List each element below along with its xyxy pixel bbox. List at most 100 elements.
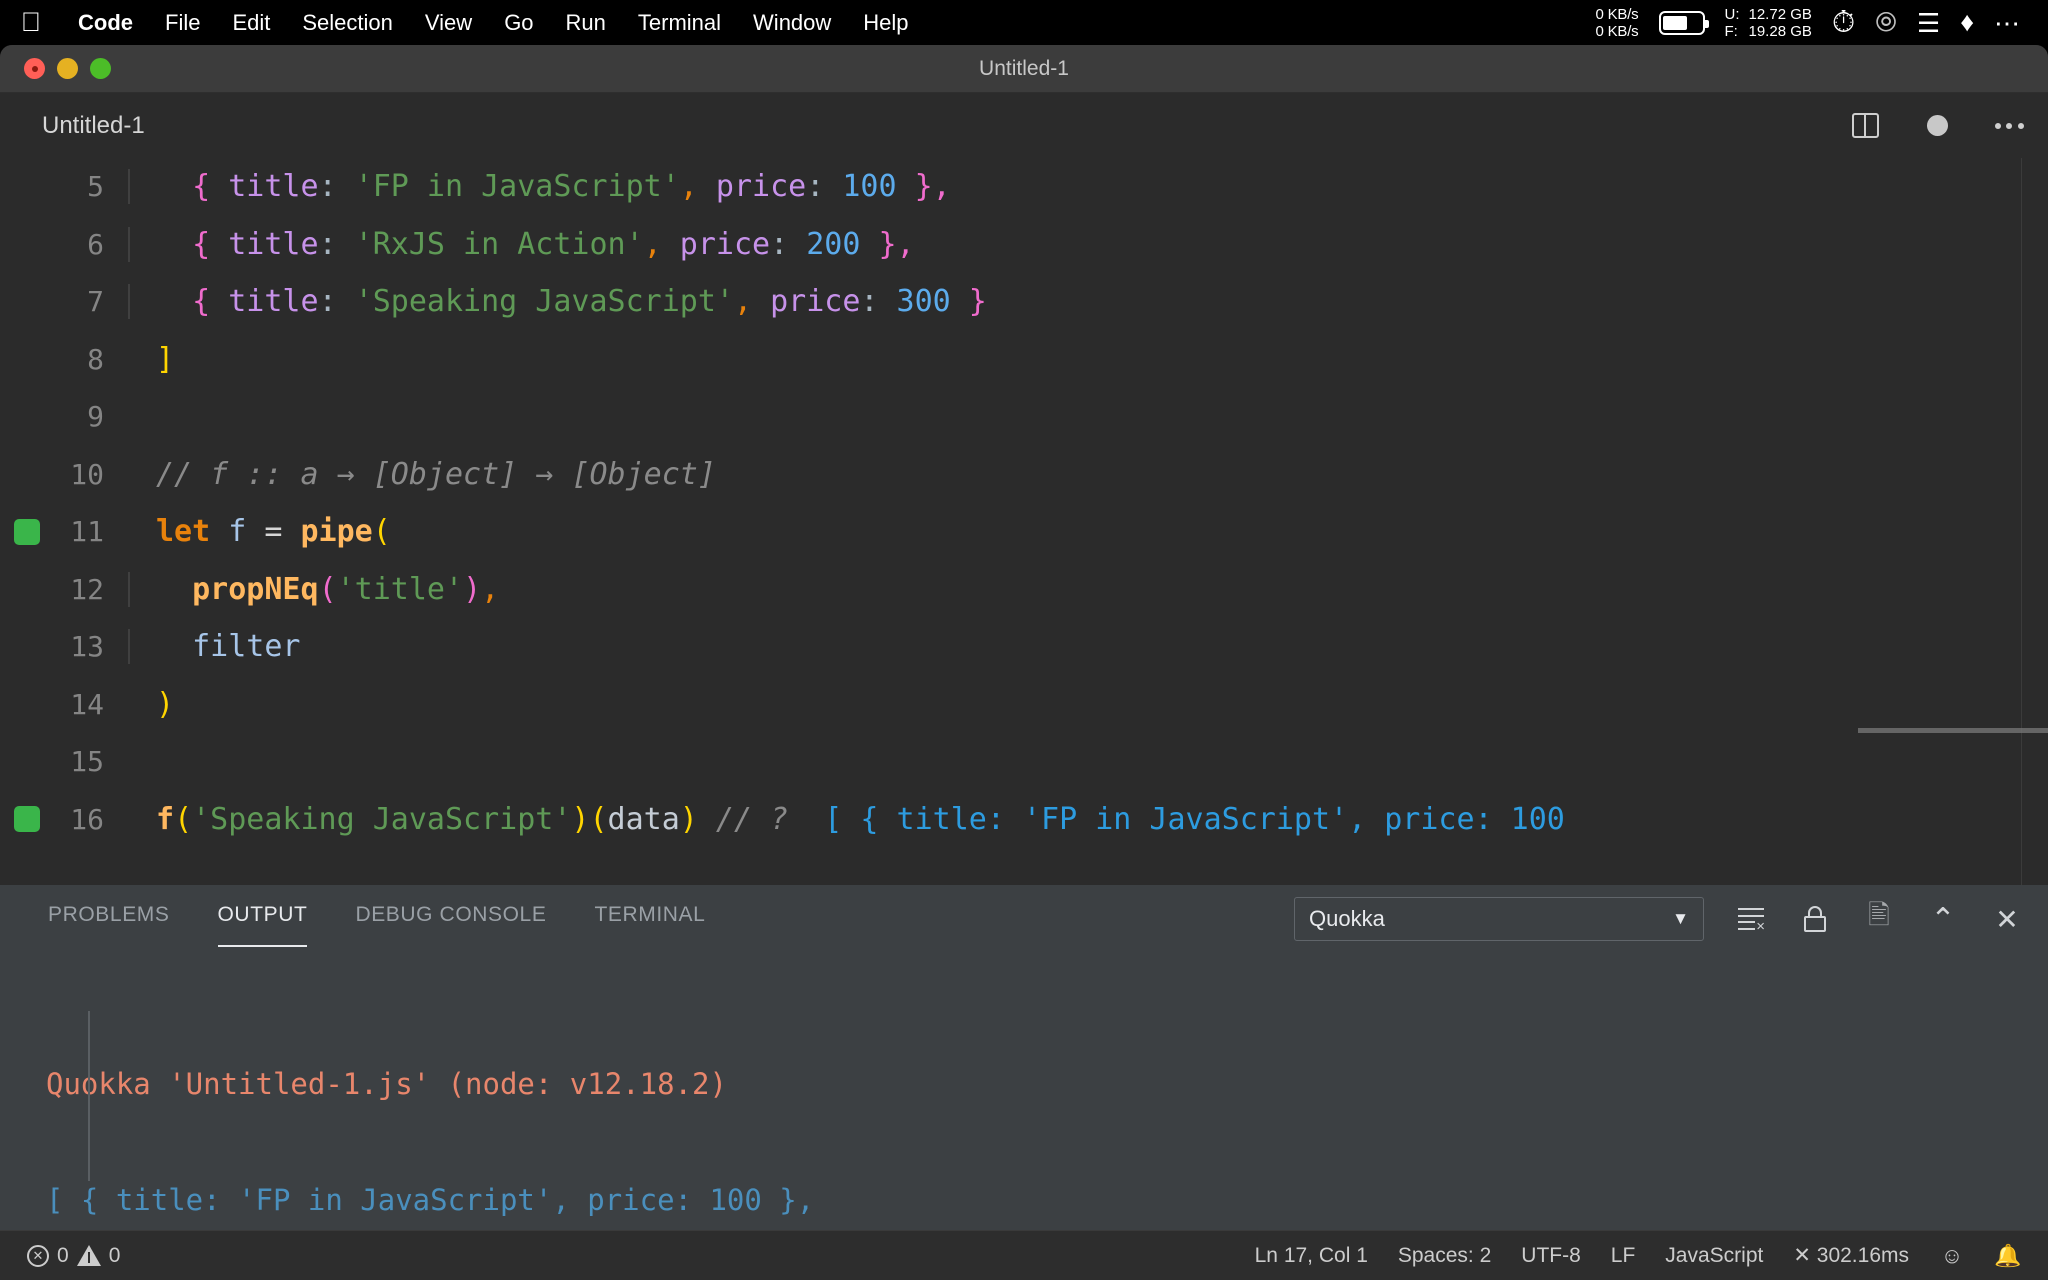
panel-header: PROBLEMS OUTPUT DEBUG CONSOLE TERMINAL Q…: [0, 885, 2048, 953]
code-line[interactable]: 10 // f :: a → [Object] → [Object]: [0, 446, 2048, 504]
menu-item-go[interactable]: Go: [488, 10, 549, 36]
code-token: title: [228, 226, 319, 262]
code-line[interactable]: 8]: [0, 331, 2048, 389]
ellipsis-icon[interactable]: ⋯: [1994, 10, 2022, 36]
editor-tab-untitled-1[interactable]: Untitled-1: [0, 93, 175, 158]
status-language-mode[interactable]: JavaScript: [1652, 1244, 1776, 1268]
maximize-button[interactable]: [90, 58, 111, 79]
apple-logo-icon[interactable]: : [0, 9, 62, 36]
indent-guide: [128, 226, 130, 262]
minimize-button[interactable]: [57, 58, 78, 79]
code-token: ): [156, 686, 175, 722]
close-button[interactable]: [24, 58, 45, 79]
tab-output[interactable]: OUTPUT: [217, 903, 308, 947]
output-segment: [ { title: 'FP in JavaScript', price: 10…: [46, 1183, 815, 1217]
status-cursor-position[interactable]: Ln 17, Col 1: [1242, 1244, 1381, 1268]
flag-icon[interactable]: ♦: [1960, 9, 1974, 36]
collapse-panel-icon[interactable]: ⌃: [1926, 902, 1960, 936]
code-token: 'FP in JavaScript': [354, 169, 680, 205]
code-token: (: [318, 571, 337, 607]
memory-indicator[interactable]: U: F: 12.72 GB 19.28 GB: [1725, 6, 1812, 40]
code-token: title: [228, 284, 319, 320]
more-actions-icon[interactable]: [1992, 109, 2026, 143]
editor-vertical-scrollbar[interactable]: [2020, 158, 2022, 885]
line-number: 5: [87, 170, 104, 204]
code-token: :: [770, 226, 807, 262]
code-token: :: [806, 169, 843, 205]
menu-item-view[interactable]: View: [409, 10, 488, 36]
menu-item-window[interactable]: Window: [737, 10, 847, 36]
code-line[interactable]: 6 { title: 'RxJS in Action', price: 200 …: [0, 216, 2048, 274]
indent-guide: [128, 284, 130, 320]
editor-horizontal-scrollbar[interactable]: [1858, 728, 2048, 733]
status-quokka-timing[interactable]: ✕ 302.16ms: [1780, 1243, 1922, 1268]
status-problems[interactable]: ✕ 0 0: [14, 1244, 133, 1268]
menu-item-selection[interactable]: Selection: [286, 10, 409, 36]
status-indentation[interactable]: Spaces: 2: [1385, 1244, 1504, 1268]
code-line[interactable]: 9: [0, 388, 2048, 446]
output-lines: Quokka 'Untitled-1.js' (node: v12.18.2) […: [46, 1055, 2048, 1230]
close-panel-icon[interactable]: ✕: [1990, 902, 2024, 936]
code-token: pipe: [300, 514, 373, 550]
menu-item-run[interactable]: Run: [550, 10, 622, 36]
status-encoding[interactable]: UTF-8: [1508, 1244, 1594, 1268]
eye-loop-icon[interactable]: ⦾: [1875, 9, 1897, 36]
quokka-live-marker-icon[interactable]: [14, 518, 40, 545]
scroll-lock-icon[interactable]: [1798, 902, 1832, 936]
quokka-live-marker-icon[interactable]: [14, 806, 40, 833]
menu-item-code[interactable]: Code: [62, 10, 149, 36]
tab-debug-console[interactable]: DEBUG CONSOLE: [355, 903, 546, 935]
code-editor[interactable]: 5 { title: 'FP in JavaScript', price: 10…: [0, 158, 2048, 885]
window-title: Untitled-1: [979, 56, 1069, 80]
menu-item-edit[interactable]: Edit: [216, 10, 286, 36]
unsaved-dot-icon[interactable]: [1920, 109, 1954, 143]
line-number: 10: [70, 457, 104, 491]
tab-terminal[interactable]: TERMINAL: [594, 903, 705, 935]
tab-problems[interactable]: PROBLEMS: [48, 903, 170, 935]
status-eol[interactable]: LF: [1598, 1244, 1649, 1268]
memory-free-value: 19.28 GB: [1748, 22, 1812, 40]
notifications-bell-icon[interactable]: 🔔: [1982, 1243, 2034, 1269]
clock-icon[interactable]: ⏱: [1832, 7, 1855, 38]
code-token: {: [192, 284, 229, 320]
code-token: [ { title: 'FP in JavaScript', price: 10…: [824, 801, 1565, 837]
network-speed-indicator[interactable]: 0 KB/s 0 KB/s: [1596, 6, 1639, 40]
feedback-icon[interactable]: ☺: [1926, 1243, 1978, 1269]
menu-item-file[interactable]: File: [149, 10, 216, 36]
code-token: filter: [192, 629, 301, 665]
code-token: ): [679, 801, 698, 837]
code-line-text: filter: [128, 629, 301, 665]
code-token: propNEq: [192, 571, 319, 607]
output-channel-select[interactable]: Quokka ▼: [1294, 897, 1704, 941]
code-line-text: { title: 'Speaking JavaScript', price: 3…: [128, 284, 987, 320]
menu-item-help[interactable]: Help: [847, 10, 924, 36]
code-token: f: [156, 801, 175, 837]
code-line[interactable]: 14): [0, 676, 2048, 734]
menu-item-terminal[interactable]: Terminal: [622, 10, 737, 36]
toggles-icon[interactable]: ☰: [1917, 10, 1940, 36]
output-content[interactable]: Quokka 'Untitled-1.js' (node: v12.18.2) […: [0, 953, 2048, 1230]
code-line[interactable]: 15: [0, 733, 2048, 791]
code-line[interactable]: 5 { title: 'FP in JavaScript', price: 10…: [0, 158, 2048, 216]
code-token: ,: [643, 226, 662, 262]
warning-count: 0: [108, 1243, 121, 1267]
open-in-editor-icon[interactable]: 🖹: [1862, 900, 1896, 936]
split-editor-icon[interactable]: [1848, 109, 1882, 143]
status-bar: ✕ 0 0 Ln 17, Col 1 Spaces: 2 UTF-8 LF Ja…: [0, 1230, 2048, 1280]
code-token: price: [679, 226, 771, 262]
code-token: ,: [733, 284, 753, 320]
code-line[interactable]: 11 let f = pipe(: [0, 503, 2048, 561]
code-token: ,: [481, 571, 500, 607]
code-line[interactable]: 16 f('Speaking JavaScript')(data) // ? [ …: [0, 791, 2048, 849]
code-line[interactable]: 13 filter: [0, 618, 2048, 676]
code-token: price: [715, 169, 807, 205]
code-line[interactable]: 12 propNEq('title'),: [0, 561, 2048, 619]
line-number: 15: [70, 745, 104, 779]
indent-guide: [128, 571, 130, 607]
battery-icon[interactable]: [1658, 10, 1709, 35]
code-line[interactable]: 7 { title: 'Speaking JavaScript', price:…: [0, 273, 2048, 331]
clear-output-icon[interactable]: ×: [1734, 902, 1768, 936]
code-token: (: [372, 514, 391, 550]
